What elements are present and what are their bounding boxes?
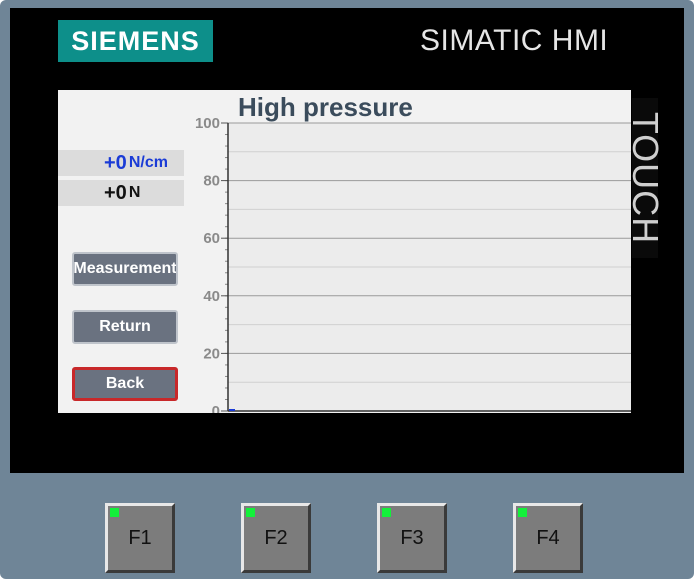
f3-key-label: F3	[400, 526, 424, 549]
f2-key-label: F2	[264, 526, 288, 549]
function-key-panel: F1 F2 F3 F4	[0, 473, 694, 579]
hmi-screen: 0 20 40 60 80 100 High pressure +0 N/cm +0 N …	[58, 90, 631, 413]
f2-key[interactable]: F2	[241, 503, 311, 573]
pressure-readout: +0 N/cm	[58, 150, 184, 176]
touch-label: TOUCH	[625, 98, 666, 258]
f3-key[interactable]: F3	[377, 503, 447, 573]
f2-led-indicator	[246, 508, 255, 517]
force-value: +0	[104, 181, 127, 204]
screen-title: High pressure	[238, 92, 413, 122]
y-tick-label: 100	[195, 115, 220, 132]
f1-led-indicator	[110, 508, 119, 517]
return-button[interactable]: Return	[72, 310, 178, 344]
f1-key-label: F1	[128, 526, 152, 549]
f4-key[interactable]: F4	[513, 503, 583, 573]
measurement-button[interactable]: Measurement	[72, 252, 178, 286]
f4-led-indicator	[518, 508, 527, 517]
f1-key[interactable]: F1	[105, 503, 175, 573]
pressure-value: +0	[104, 151, 127, 174]
y-tick-label: 80	[203, 173, 220, 190]
hmi-device: SIEMENS SIMATIC HMI TOUCH 0 20 40 60 80 100 H…	[0, 0, 694, 579]
y-tick-label: 20	[203, 345, 220, 362]
f4-key-label: F4	[536, 526, 560, 549]
y-tick-label: 40	[203, 288, 220, 305]
pressure-unit: N/cm	[128, 154, 168, 171]
siemens-logo: SIEMENS	[58, 20, 213, 62]
y-tick-label: 0	[212, 403, 220, 413]
f3-led-indicator	[382, 508, 391, 517]
force-readout: +0 N	[58, 180, 184, 206]
force-unit: N	[128, 184, 141, 201]
y-tick-label: 60	[203, 230, 220, 247]
back-button[interactable]: Back	[72, 367, 178, 401]
model-label: SIMATIC HMI	[420, 24, 609, 57]
